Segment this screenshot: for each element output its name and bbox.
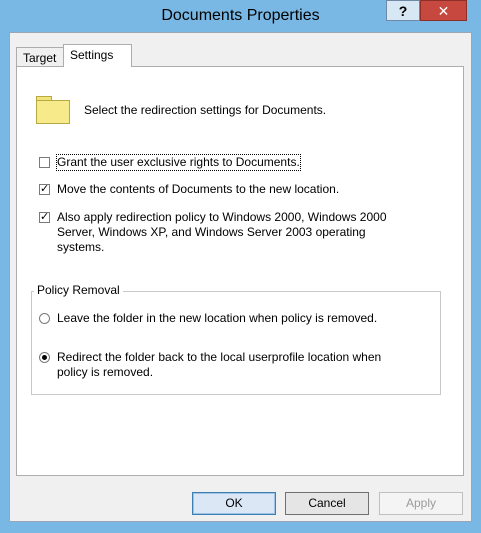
grant-exclusive-rights-label[interactable]: Grant the user exclusive rights to Docum…	[56, 154, 301, 171]
ok-button[interactable]: OK	[192, 492, 276, 515]
tab-settings[interactable]: Settings	[63, 44, 132, 67]
redirect-back-radio[interactable]	[39, 352, 50, 363]
apply-older-windows-checkbox[interactable]: ✓	[39, 212, 50, 223]
help-button[interactable]: ?	[386, 0, 420, 21]
apply-older-windows-label-line3[interactable]: systems.	[57, 240, 104, 255]
apply-older-windows-label-line2[interactable]: Server, Windows XP, and Windows Server 2…	[57, 225, 366, 240]
close-button[interactable]: ✕	[420, 0, 467, 21]
cancel-button[interactable]: Cancel	[285, 492, 369, 515]
apply-older-windows-label-line1[interactable]: Also apply redirection policy to Windows…	[57, 210, 387, 225]
checkmark-icon: ✓	[40, 183, 50, 195]
leave-folder-radio[interactable]	[39, 313, 50, 324]
redirect-back-label-line1[interactable]: Redirect the folder back to the local us…	[57, 350, 381, 365]
apply-button[interactable]: Apply	[379, 492, 463, 515]
tab-target[interactable]: Target	[16, 47, 64, 67]
dialog-window: Documents Properties ? ✕ Target Settings…	[0, 0, 481, 533]
grant-exclusive-rights-checkbox[interactable]	[39, 157, 50, 168]
title-bar[interactable]: Documents Properties ? ✕	[0, 0, 481, 32]
settings-tab-panel: Select the redirection settings for Docu…	[16, 66, 464, 476]
dialog-client-area: Target Settings Select the redirection s…	[9, 32, 472, 522]
move-contents-label[interactable]: Move the contents of Documents to the ne…	[57, 182, 339, 197]
move-contents-checkbox[interactable]: ✓	[39, 184, 50, 195]
redirect-back-label-line2[interactable]: policy is removed.	[57, 365, 153, 380]
folder-icon	[36, 96, 70, 124]
policy-removal-title: Policy Removal	[34, 283, 123, 298]
checkmark-icon: ✓	[40, 211, 50, 223]
leave-folder-label[interactable]: Leave the folder in the new location whe…	[57, 311, 377, 326]
intro-text: Select the redirection settings for Docu…	[84, 103, 327, 117]
